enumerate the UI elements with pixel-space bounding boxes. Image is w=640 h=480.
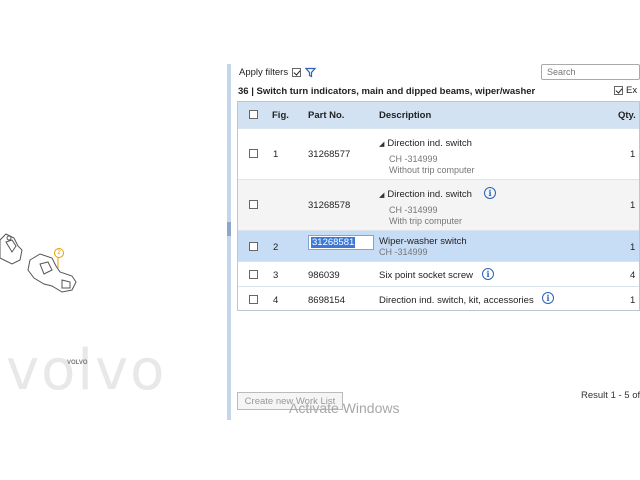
table-row[interactable]: 3 986039 Six point socket screw i 4: [238, 261, 639, 287]
select-all-checkbox[interactable]: [249, 110, 258, 119]
row-fig: 1: [273, 149, 279, 160]
row-sub-2: Without trip computer: [389, 165, 475, 175]
row-sub-1: CH -314999: [389, 154, 438, 164]
expand-checkbox[interactable]: [614, 86, 623, 95]
row-checkbox[interactable]: [249, 149, 258, 158]
info-icon[interactable]: i: [482, 268, 494, 280]
header-fig[interactable]: Fig.: [272, 110, 289, 121]
table-row[interactable]: 1 31268577 ◢ Direction ind. switch CH -31…: [238, 128, 639, 180]
apply-filters-label: Apply filters: [239, 67, 289, 78]
row-part-no[interactable]: 986039: [308, 270, 340, 281]
row-checkbox[interactable]: [249, 270, 258, 279]
expand-label: Ex: [626, 85, 638, 96]
row-qty: 1: [630, 242, 636, 253]
table-row[interactable]: 4 8698154 Direction ind. switch, kit, ac…: [238, 286, 639, 310]
row-fig: 2: [273, 242, 279, 253]
row-qty: 1: [630, 295, 636, 306]
expand-triangle-icon[interactable]: ◢: [379, 141, 384, 148]
row-description-text[interactable]: Direction ind. switch, kit, accessories: [379, 295, 534, 306]
filter-icon[interactable]: [305, 67, 317, 78]
row-sub-1: CH -314999: [379, 247, 428, 257]
activate-windows-watermark: Activate Windows: [289, 400, 400, 416]
figure-callout[interactable]: 2: [54, 248, 64, 258]
row-part-no[interactable]: 31268581: [311, 237, 356, 248]
volvo-logo-text: VOLVO: [67, 360, 88, 366]
switch-part-2: [27, 253, 77, 293]
row-description-text[interactable]: Six point socket screw: [379, 270, 473, 281]
apply-filters-checkbox[interactable]: [292, 68, 302, 77]
volvo-logo: VOLVO: [67, 360, 88, 366]
row-qty: 1: [630, 200, 636, 211]
section-title: 36 | Switch turn indicators, main and di…: [238, 86, 536, 97]
expand-triangle-icon[interactable]: ◢: [379, 192, 384, 199]
parts-panel: Apply filters 36 | Switch turn indicator…: [231, 0, 640, 420]
illustration-panel: 2 volvo VOLVO: [0, 0, 227, 420]
row-fig: 4: [273, 295, 279, 306]
row-description-text: Direction ind. switch: [387, 138, 472, 149]
header-description[interactable]: Description: [379, 110, 431, 121]
row-part-no[interactable]: 31268578: [308, 200, 350, 211]
row-description-text[interactable]: Wiper-washer switch: [379, 236, 467, 247]
table-row[interactable]: 31268578 ◢ Direction ind. switch i CH -31…: [238, 179, 639, 231]
row-checkbox[interactable]: [249, 295, 258, 304]
row-sub-1: CH -314999: [389, 205, 438, 215]
apply-filters: Apply filters: [239, 67, 317, 78]
table-row-selected[interactable]: 2 31268581 Wiper-washer switch CH -31499…: [238, 230, 639, 262]
row-qty: 1: [630, 149, 636, 160]
row-fig: 3: [273, 270, 279, 281]
row-description[interactable]: ◢ Direction ind. switch: [379, 189, 472, 200]
table-header: Fig. Part No. Description Qty.: [238, 102, 639, 128]
row-description[interactable]: ◢ Direction ind. switch: [379, 138, 472, 149]
row-description-text: Direction ind. switch: [387, 189, 472, 200]
part-no-edit-box[interactable]: 31268581: [308, 235, 374, 250]
row-part-no[interactable]: 31268577: [308, 149, 350, 160]
switch-part-1: [0, 233, 23, 265]
row-checkbox[interactable]: [249, 242, 258, 251]
row-part-no[interactable]: 8698154: [308, 295, 345, 306]
row-qty: 4: [630, 270, 636, 281]
header-part-no[interactable]: Part No.: [308, 110, 344, 121]
expand-toggle: Ex: [614, 85, 637, 96]
row-checkbox[interactable]: [249, 200, 258, 209]
search-input[interactable]: [541, 64, 640, 80]
row-sub-2: With trip computer: [389, 216, 463, 226]
watermark-text: volvo: [6, 338, 167, 403]
info-icon[interactable]: i: [484, 187, 496, 199]
info-icon[interactable]: i: [542, 292, 554, 304]
parts-table: Fig. Part No. Description Qty. 1 3126857…: [237, 101, 640, 311]
result-count: Result 1 - 5 of: [581, 390, 640, 401]
header-qty[interactable]: Qty.: [618, 110, 636, 121]
